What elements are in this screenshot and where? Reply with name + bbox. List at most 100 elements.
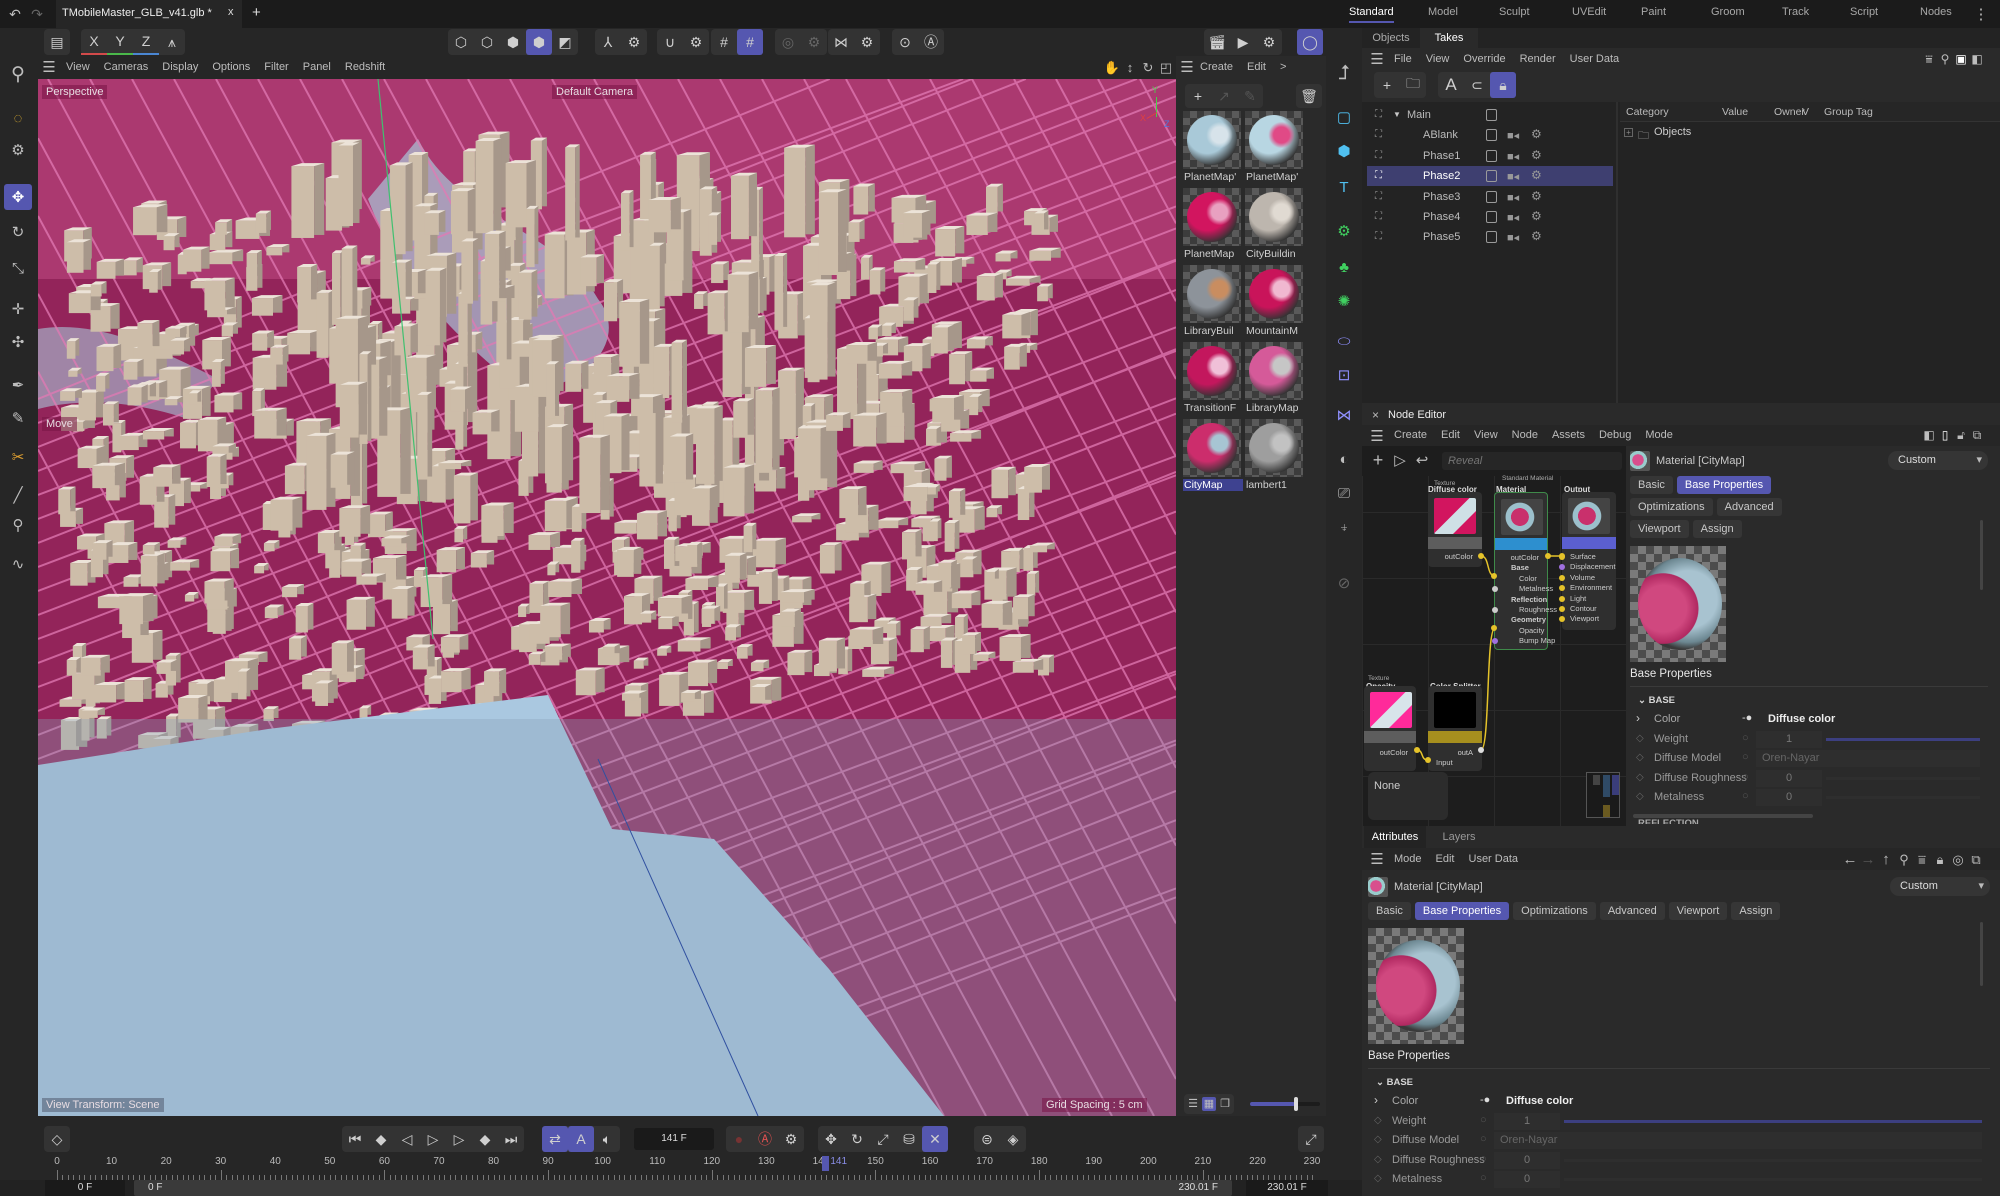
search-icon[interactable]: ⚲ bbox=[1938, 52, 1952, 66]
motion-clip-icon[interactable]: ◈ bbox=[1000, 1126, 1026, 1152]
soft-selection-icon[interactable]: ◎ bbox=[775, 29, 801, 55]
projection-label[interactable]: Perspective bbox=[42, 85, 108, 99]
group-reflection[interactable]: REFLECTION bbox=[1638, 818, 1988, 824]
record-icon[interactable]: ● bbox=[726, 1126, 752, 1152]
motion-system-icon[interactable]: ⊜ bbox=[974, 1126, 1000, 1152]
go-to-end-icon[interactable]: ⏭ bbox=[498, 1126, 524, 1152]
previous-frame-icon[interactable]: ◁ bbox=[394, 1126, 420, 1152]
take-item[interactable]: ⛶ ▼ Main bbox=[1367, 105, 1613, 125]
grid-icon[interactable]: # bbox=[711, 29, 737, 55]
column-header[interactable]: Group Tag bbox=[1824, 106, 1873, 118]
pan-view-icon[interactable]: ✋ bbox=[1104, 59, 1120, 75]
playback-mode-icon[interactable]: A bbox=[568, 1126, 594, 1152]
take-item[interactable]: ⛶ Phase2 ■◂ ⚙ bbox=[1367, 166, 1613, 187]
take-activate-icon[interactable]: ⛶ bbox=[1375, 170, 1382, 181]
param-diffuse-roughness[interactable]: ◇ Diffuse Roughness ○ 0 bbox=[1630, 769, 1988, 789]
param-color[interactable]: › Color -● Diffuse color bbox=[1368, 1092, 1990, 1112]
auto-take-icon[interactable]: A bbox=[1438, 72, 1464, 98]
maximize-view-icon[interactable]: ◰ bbox=[1158, 59, 1174, 75]
document-tab[interactable]: TMobileMaster_GLB_v41.glb * x bbox=[56, 0, 242, 28]
audio-icon[interactable]: 🔈︎ bbox=[594, 1126, 620, 1152]
pen-tool-icon[interactable]: ✒ bbox=[6, 373, 30, 397]
layout-tab-track[interactable]: Track bbox=[1782, 6, 1809, 18]
preview-range-bar[interactable]: 0 F 230.01 F bbox=[134, 1180, 1232, 1196]
hamburger-menu-icon[interactable]: ☰ bbox=[1370, 852, 1384, 867]
search-icon[interactable]: ⚲ bbox=[6, 62, 30, 86]
menu-mode[interactable]: Mode bbox=[1394, 853, 1422, 865]
workplane-icon[interactable]: Ⓐ bbox=[918, 29, 944, 55]
menu-node[interactable]: Node bbox=[1512, 429, 1538, 441]
node-port[interactable]: Contour bbox=[1570, 604, 1597, 613]
menu-panel[interactable]: Panel bbox=[303, 61, 331, 73]
lock-z-button[interactable]: Z bbox=[133, 29, 159, 55]
take-checkbox[interactable] bbox=[1486, 190, 1497, 203]
effector-icon[interactable]: ✺ bbox=[1330, 288, 1358, 314]
tab-advanced[interactable]: Advanced bbox=[1599, 902, 1665, 920]
close-node-editor-icon[interactable]: × bbox=[1372, 408, 1379, 422]
cloner-icon[interactable]: ♣ bbox=[1330, 254, 1358, 280]
param-weight[interactable]: ◇ Weight ○ 1 bbox=[1368, 1112, 1990, 1132]
material-eyedropper-icon[interactable]: ✎ bbox=[1237, 83, 1263, 109]
take-checkbox[interactable] bbox=[1486, 170, 1497, 183]
link-take-icon[interactable]: ⊂ bbox=[1464, 72, 1490, 98]
tab-optimizations[interactable]: Optimizations bbox=[1630, 498, 1713, 516]
sculpt-tool-icon[interactable]: ∿ bbox=[6, 552, 30, 576]
layout-tab-nodes[interactable]: Nodes bbox=[1920, 6, 1952, 18]
menu-debug[interactable]: Debug bbox=[1599, 429, 1631, 441]
key-parameter-icon[interactable]: ⛁ bbox=[896, 1126, 922, 1152]
undo-icon[interactable]: ↶ bbox=[6, 5, 24, 23]
node-port[interactable]: Light bbox=[1570, 594, 1586, 603]
start-frame-field[interactable]: 0 F bbox=[45, 1180, 125, 1196]
node-diffuse-color-texture[interactable]: outColor bbox=[1428, 492, 1482, 567]
node-port[interactable]: Bump Map bbox=[1519, 636, 1555, 645]
layout-tab-groom[interactable]: Groom bbox=[1711, 6, 1745, 18]
current-frame-field[interactable]: 141 F bbox=[634, 1128, 714, 1150]
menu-assets[interactable]: Assets bbox=[1552, 429, 1585, 441]
lock-y-button[interactable]: Y bbox=[107, 29, 133, 55]
new-material-icon[interactable]: + bbox=[1185, 83, 1211, 109]
camera-object-icon[interactable]: ⎚ bbox=[1330, 480, 1358, 506]
render-settings-icon[interactable]: ⚙ bbox=[1256, 29, 1282, 55]
take-activate-icon[interactable]: ⛶ bbox=[1375, 191, 1382, 202]
menu-user-data[interactable]: User Data bbox=[1570, 53, 1620, 65]
column-header[interactable]: Category bbox=[1626, 106, 1669, 118]
plane-icon[interactable]: ▢ bbox=[1330, 104, 1358, 130]
loop-icon[interactable]: ⇄ bbox=[542, 1126, 568, 1152]
group-base[interactable]: ⌄ BASE bbox=[1376, 1077, 1990, 1088]
apply-material-icon[interactable]: ↗ bbox=[1211, 83, 1237, 109]
material-thumbnail[interactable]: PlanetMap' bbox=[1245, 111, 1303, 186]
environment-icon[interactable]: ◐ bbox=[1330, 446, 1358, 472]
open-external-icon[interactable]: ⧉ bbox=[1968, 851, 1984, 867]
tab-base-properties[interactable]: Base Properties bbox=[1414, 902, 1510, 920]
material-thumbnail[interactable]: CityMap bbox=[1183, 419, 1243, 494]
camera-label[interactable]: Default Camera bbox=[552, 85, 638, 99]
edges-mode-icon[interactable]: ⬡ bbox=[474, 29, 500, 55]
take-activate-icon[interactable]: ⛶ bbox=[1375, 231, 1382, 242]
node-port[interactable]: Geometry bbox=[1511, 615, 1546, 624]
timeline-window-icon[interactable]: ⤢ bbox=[1298, 1126, 1324, 1152]
tab-layers[interactable]: Layers bbox=[1428, 826, 1490, 848]
menu-override[interactable]: Override bbox=[1463, 53, 1505, 65]
menu-options[interactable]: Options bbox=[212, 61, 250, 73]
camera-icon[interactable]: ■◂ bbox=[1507, 231, 1519, 244]
tab-basic[interactable]: Basic bbox=[1630, 476, 1673, 494]
render-settings-icon[interactable]: ⚙ bbox=[1531, 189, 1542, 203]
model-mode-icon[interactable]: ⬢ bbox=[526, 29, 552, 55]
play-icon[interactable]: ▷ bbox=[420, 1126, 446, 1152]
camera-icon[interactable]: ■◂ bbox=[1507, 170, 1519, 183]
take-activate-icon[interactable]: ⛶ bbox=[1375, 150, 1382, 161]
render-picture-viewer-icon[interactable]: ▶ bbox=[1230, 29, 1256, 55]
previous-key-icon[interactable]: ◆ bbox=[368, 1126, 394, 1152]
layout-tab-paint[interactable]: Paint bbox=[1641, 6, 1666, 18]
node-port[interactable]: Displacement bbox=[1570, 562, 1615, 571]
node-port[interactable]: Opacity bbox=[1519, 626, 1544, 635]
selection-tool-icon[interactable]: ◌ bbox=[6, 106, 30, 130]
new-tab-button[interactable]: + bbox=[252, 4, 261, 21]
node-standard-material[interactable]: outColor Base Color Metalness Reflection Roug… bbox=[1492, 492, 1557, 650]
tab-base-properties[interactable]: Base Properties bbox=[1676, 476, 1772, 494]
menu-view[interactable]: View bbox=[66, 61, 90, 73]
node-port[interactable]: Metalness bbox=[1519, 584, 1553, 593]
spline-object-icon[interactable]: ⋈ bbox=[1330, 402, 1358, 428]
key-pla-icon[interactable]: ✕ bbox=[922, 1126, 948, 1152]
end-frame-field[interactable]: 230.01 F bbox=[1246, 1180, 1328, 1196]
